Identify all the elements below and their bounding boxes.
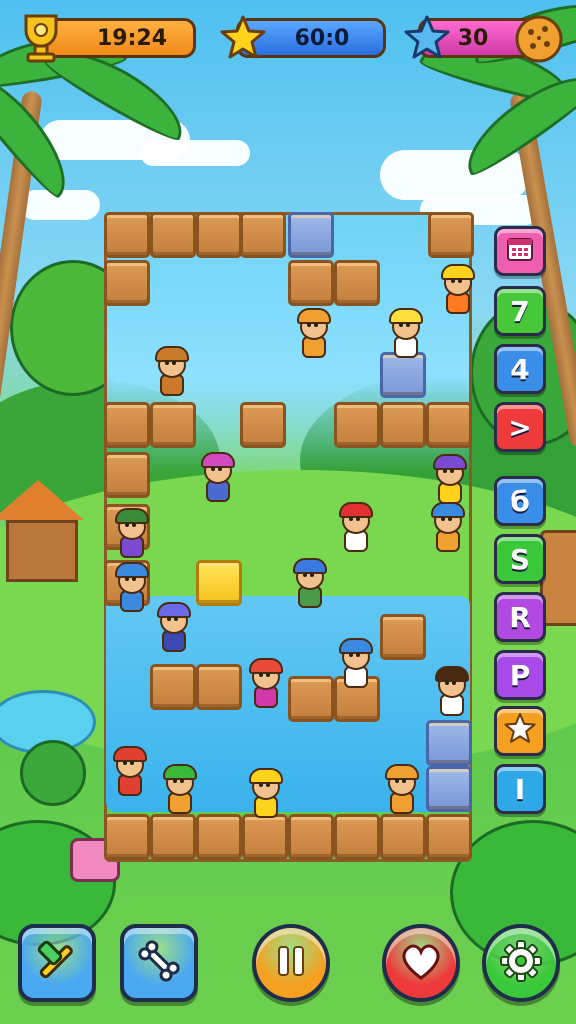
character-sprite[interactable] bbox=[150, 344, 190, 396]
wooden-block[interactable] bbox=[288, 814, 334, 860]
wooden-block[interactable] bbox=[334, 814, 380, 860]
cloud bbox=[140, 140, 250, 166]
wooden-block[interactable] bbox=[150, 664, 196, 710]
side-button-7[interactable]: R bbox=[494, 592, 546, 642]
star-icon bbox=[220, 14, 266, 60]
character-sprite[interactable] bbox=[288, 556, 328, 608]
wooden-block[interactable] bbox=[104, 452, 150, 498]
calendar-icon bbox=[505, 233, 535, 270]
wooden-block[interactable] bbox=[288, 260, 334, 306]
pause-icon bbox=[271, 941, 311, 985]
character-sprite[interactable] bbox=[158, 762, 198, 814]
cookie-icon[interactable] bbox=[514, 14, 564, 64]
wooden-block[interactable] bbox=[196, 814, 242, 860]
side-button-8[interactable]: P bbox=[494, 650, 546, 700]
potted-plant bbox=[20, 740, 86, 806]
wooden-block[interactable] bbox=[240, 402, 286, 448]
gear-icon bbox=[499, 939, 543, 987]
coins-text: 30 bbox=[457, 25, 489, 51]
star-icon bbox=[504, 712, 536, 751]
trophy-icon bbox=[18, 10, 64, 64]
wooden-block[interactable] bbox=[426, 402, 472, 448]
side-button-3[interactable]: 4 bbox=[494, 344, 546, 394]
character-sprite[interactable] bbox=[380, 762, 420, 814]
side-button-6[interactable]: S bbox=[494, 534, 546, 584]
character-sprite[interactable] bbox=[196, 450, 236, 502]
wooden-block[interactable] bbox=[150, 212, 196, 258]
side-button-label: 7 bbox=[510, 294, 530, 328]
wooden-block[interactable] bbox=[380, 814, 426, 860]
timer-text: 19:24 bbox=[96, 25, 168, 51]
wooden-block[interactable] bbox=[196, 664, 242, 710]
character-sprite[interactable] bbox=[428, 452, 468, 504]
heart-button[interactable] bbox=[382, 924, 460, 1002]
wooden-block[interactable] bbox=[428, 212, 474, 258]
wooden-block[interactable] bbox=[380, 614, 426, 660]
character-sprite[interactable] bbox=[244, 656, 284, 708]
bone-icon bbox=[135, 937, 183, 989]
gold-block[interactable] bbox=[196, 560, 242, 606]
hut-wall bbox=[6, 520, 78, 582]
pause-button[interactable] bbox=[252, 924, 330, 1002]
settings-button[interactable] bbox=[482, 924, 560, 1002]
ice-block[interactable] bbox=[426, 766, 472, 812]
wooden-block[interactable] bbox=[288, 676, 334, 722]
character-sprite[interactable] bbox=[244, 766, 284, 818]
wooden-block[interactable] bbox=[334, 402, 380, 448]
side-button-label: P bbox=[509, 658, 531, 692]
wooden-block[interactable] bbox=[150, 402, 196, 448]
wooden-block[interactable] bbox=[242, 814, 288, 860]
wooden-block[interactable] bbox=[196, 212, 242, 258]
wooden-block[interactable] bbox=[104, 212, 150, 258]
side-button-label: б bbox=[510, 484, 530, 518]
character-sprite[interactable] bbox=[334, 500, 374, 552]
wooden-block[interactable] bbox=[104, 260, 150, 306]
game-scene: 19:24 60:0 30 7 4 > б S R P I bbox=[0, 0, 576, 1024]
wooden-block[interactable] bbox=[104, 402, 150, 448]
bone-button[interactable] bbox=[120, 924, 198, 1002]
character-sprite[interactable] bbox=[110, 506, 150, 558]
hammer-tool-icon bbox=[33, 937, 81, 989]
character-sprite[interactable] bbox=[430, 664, 470, 716]
side-button-10[interactable]: I bbox=[494, 764, 546, 814]
side-button-label: > bbox=[508, 410, 532, 444]
ice-block[interactable] bbox=[288, 212, 334, 258]
character-sprite[interactable] bbox=[292, 306, 332, 358]
hut-roof bbox=[0, 480, 84, 520]
side-button-label: S bbox=[509, 542, 531, 576]
wooden-block[interactable] bbox=[104, 814, 150, 860]
wooden-block[interactable] bbox=[380, 402, 426, 448]
ice-block[interactable] bbox=[380, 352, 426, 398]
side-button-4[interactable]: > bbox=[494, 402, 546, 452]
wooden-block[interactable] bbox=[426, 814, 472, 860]
hut bbox=[0, 480, 84, 582]
character-sprite[interactable] bbox=[436, 262, 476, 314]
heart-icon bbox=[399, 941, 443, 985]
character-sprite[interactable] bbox=[108, 744, 148, 796]
character-sprite[interactable] bbox=[110, 560, 150, 612]
character-sprite[interactable] bbox=[426, 500, 466, 552]
side-button-label: R bbox=[509, 600, 531, 634]
character-sprite[interactable] bbox=[384, 306, 424, 358]
side-button-5[interactable]: б bbox=[494, 476, 546, 526]
ice-block[interactable] bbox=[426, 720, 472, 766]
wooden-block[interactable] bbox=[150, 814, 196, 860]
side-button-2[interactable]: 7 bbox=[494, 286, 546, 336]
side-button-1[interactable] bbox=[494, 226, 546, 276]
character-sprite[interactable] bbox=[334, 636, 374, 688]
side-button-label: I bbox=[514, 772, 526, 806]
side-button-9[interactable] bbox=[494, 706, 546, 756]
side-button-label: 4 bbox=[510, 352, 530, 386]
star-icon bbox=[404, 14, 450, 60]
wooden-block[interactable] bbox=[240, 212, 286, 258]
wooden-block[interactable] bbox=[334, 260, 380, 306]
character-sprite[interactable] bbox=[152, 600, 192, 652]
score-text: 60:0 bbox=[294, 25, 350, 51]
hammer-tool-button[interactable] bbox=[18, 924, 96, 1002]
